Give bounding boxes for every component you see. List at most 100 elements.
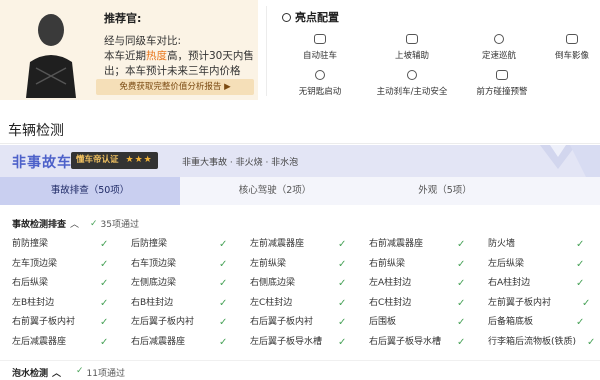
item-label: 前防撞梁 [12, 239, 49, 249]
check-icon: ✓ [100, 258, 109, 270]
item-label: 防火墙 [488, 239, 516, 249]
feature-label: 自动驻车 [302, 51, 337, 61]
item-label: 左A柱封边 [369, 278, 412, 288]
recommender-card: 推荐官: 经与同级车对比: 本车近期热度高，预计30天内售 出；本车预计未来三年… [0, 0, 258, 100]
list-item: 右C柱封边 ✓ [369, 294, 465, 314]
cruise-control-icon [494, 34, 504, 44]
check-icon: ✓ [76, 366, 84, 376]
list-item: 右后减震器座 ✓ [131, 333, 227, 353]
check-icon: ✓ [576, 239, 585, 250]
recommender-avatar [22, 6, 80, 98]
item-label: 左车顶边梁 [12, 258, 58, 269]
pass-count-label: 11项通过 [86, 369, 125, 379]
list-item: 左前减震器座 ✓ [250, 235, 346, 255]
divider [0, 143, 600, 144]
item-label: 右B柱封边 [131, 297, 174, 308]
inspection-tabs: 事故排查（50项） 核心驾驶（2项） 外观（5项） [0, 177, 600, 205]
item-label: 左后翼子板内衬 [131, 317, 195, 327]
tab-accident-check[interactable]: 事故排查（50项） [0, 177, 180, 205]
list-item: 右后翼子板内衬 ✓ [250, 313, 346, 333]
item-label: 右后减震器座 [131, 336, 186, 347]
list-item: 右前翼子板内衬 ✓ [12, 313, 108, 333]
list-item: 右B柱封边 ✓ [131, 294, 227, 314]
check-icon: ✓ [457, 278, 466, 289]
reco-line-2a: 本车近期 [104, 50, 146, 62]
features-title-label: 亮点配置 [295, 11, 339, 24]
check-icon: ✓ [100, 336, 109, 348]
list-item: 左前翼子板内衬 ✓ [488, 294, 590, 314]
item-label: 右前减震器座 [369, 239, 424, 249]
group-pass-count: ✓ 35项通过 [90, 217, 139, 231]
list-item: 左前纵梁 ✓ [250, 255, 346, 275]
tab-exterior[interactable]: 外观（5项） [370, 177, 520, 205]
list-item: 右A柱封边 ✓ [488, 274, 584, 294]
check-icon: ✓ [100, 297, 109, 309]
check-icon: ✓ [338, 336, 347, 348]
list-item: 右后纵梁 ✓ [12, 274, 108, 294]
check-icon: ✓ [338, 278, 347, 289]
parking-brake-icon [314, 34, 326, 44]
item-label: 右前纵梁 [369, 258, 406, 269]
feature-label: 无钥匙启动 [298, 87, 342, 97]
list-item: 左C柱封边 ✓ [250, 294, 346, 314]
water-check-group-toggle[interactable]: 泡水检测 ︿ [12, 366, 61, 379]
free-report-button[interactable]: 免费获取完整价值分析报告 ▶ [96, 79, 254, 95]
list-item: 左车顶边梁 ✓ [12, 255, 108, 275]
item-label: 右C柱封边 [369, 297, 412, 308]
item-label: 左C柱封边 [250, 297, 293, 308]
check-icon: ✓ [457, 297, 466, 309]
check-icon: ✓ [219, 317, 228, 328]
chevron-up-icon: ︿ [70, 220, 80, 230]
item-label: 后防撞梁 [131, 239, 168, 249]
feature-item-cruise: 定速巡航 [459, 34, 539, 61]
check-icon: ✓ [219, 239, 228, 250]
no-accident-banner: 非事故车 懂车帝认证 ★★★ 非重大事故 · 非火烧 · 非水泡 [0, 145, 600, 177]
item-label: 左后纵梁 [488, 258, 525, 269]
item-label: 左前纵梁 [250, 258, 287, 269]
feature-label: 定速巡航 [481, 51, 516, 61]
item-label: 左B柱封边 [12, 297, 55, 308]
list-item: 右侧底边梁 ✓ [250, 274, 346, 294]
list-item: 后防撞梁 ✓ [131, 235, 227, 255]
tab-core-driving[interactable]: 核心驾驶（2项） [180, 177, 370, 205]
feature-label: 倒车影像 [554, 51, 589, 61]
feature-item-collision-warning: 前方碰撞预警 [462, 70, 542, 97]
item-label: 右A柱封边 [488, 278, 531, 288]
list-item: 左B柱封边 ✓ [12, 294, 108, 314]
active-brake-icon [407, 70, 417, 80]
divider [266, 6, 267, 96]
item-label: 左后减震器座 [12, 336, 67, 347]
banner-decoration [510, 145, 600, 177]
accident-check-group-toggle[interactable]: 事故检测排查 ︿ [12, 217, 79, 230]
check-icon: ✓ [100, 278, 109, 289]
item-label: 右前翼子板内衬 [12, 317, 76, 327]
check-icon: ✓ [100, 239, 109, 250]
banner-title: 非事故车 [12, 155, 72, 171]
item-label: 后围板 [369, 317, 397, 327]
table-row: 前防撞梁 ✓ 后防撞梁 ✓ 左前减震器座 ✓ 右前减震器座 ✓ 防火墙 ✓ [12, 235, 592, 255]
list-item: 右前纵梁 ✓ [369, 255, 465, 275]
badge-label: 懂车帝认证 [71, 152, 124, 169]
check-icon: ✓ [338, 258, 347, 270]
table-row: 右前翼子板内衬 ✓ 左后翼子板内衬 ✓ 右后翼子板内衬 ✓ 后围板 ✓ 后备箱底板 ✓ [12, 313, 592, 333]
chevron-up-icon: ︿ [52, 369, 62, 379]
group-title: 泡水检测 [12, 369, 49, 379]
reco-hot-highlight: 热度 [146, 50, 167, 62]
feature-label: 上坡辅助 [394, 51, 429, 61]
item-label: 后备箱底板 [488, 317, 534, 327]
item-label: 右侧底边梁 [250, 278, 296, 288]
certification-badge: 懂车帝认证 ★★★ [71, 152, 158, 169]
list-item: 后备箱底板 ✓ [488, 313, 584, 333]
divider [0, 360, 600, 361]
table-row: 左后减震器座 ✓ 右后减震器座 ✓ 左后翼子板导水槽 ✓ 右后翼子板导水槽 ✓ 行李箱后… [12, 333, 595, 353]
list-item: 防火墙 ✓ [488, 235, 584, 255]
star-rating: ★★★ [123, 152, 158, 169]
inspection-grid: 前防撞梁 ✓ 后防撞梁 ✓ 左前减震器座 ✓ 右前减震器座 ✓ 防火墙 ✓ 左车顶边梁 ✓ … [12, 235, 595, 353]
item-label: 左后翼子板导水槽 [250, 336, 323, 347]
list-item: 右后翼子板导水槽 ✓ [369, 333, 465, 353]
check-icon: ✓ [457, 239, 466, 250]
item-label: 左前翼子板内衬 [488, 297, 552, 308]
group-pass-count: ✓ 11项通过 [76, 366, 125, 379]
list-item: 左侧底边梁 ✓ [131, 274, 227, 294]
list-item: 右车顶边梁 ✓ [131, 255, 227, 275]
